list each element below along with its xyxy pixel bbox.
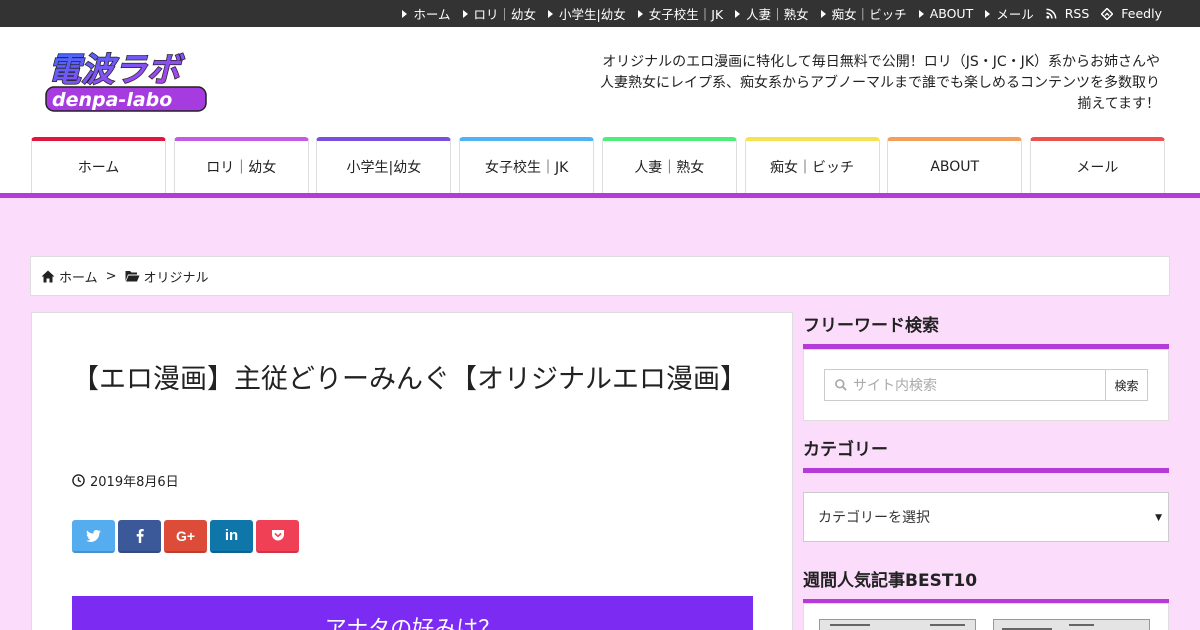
top-menu-item-loli[interactable]: ロリ｜幼女 — [462, 4, 536, 23]
breadcrumb-home[interactable]: ホーム — [59, 267, 98, 286]
top-menu-item-rss[interactable]: RSS — [1046, 6, 1089, 21]
caret-down-icon: ▼ — [1155, 513, 1162, 523]
nav-underline — [0, 193, 1200, 198]
triangle-right-icon — [462, 9, 468, 18]
nav-item-jk[interactable]: 女子校生｜JK — [459, 137, 595, 193]
top-menu-item-jk[interactable]: 女子校生｜JK — [637, 4, 723, 23]
triangle-right-icon — [820, 9, 826, 18]
triangle-right-icon — [735, 9, 741, 18]
popular-widget-title: 週間人気記事BEST10 — [803, 566, 1169, 604]
linkedin-share-button[interactable]: in — [210, 520, 253, 553]
nav-item-about[interactable]: ABOUT — [887, 137, 1023, 193]
triangle-right-icon — [548, 9, 554, 18]
clock-icon — [72, 474, 85, 487]
rss-icon — [1046, 8, 1057, 19]
top-bar: ホーム ロリ｜幼女 小学生|幼女 女子校生｜JK 人妻｜熟女 痴女｜ビッチ AB… — [0, 0, 1200, 27]
top-menu-item-about[interactable]: ABOUT — [918, 6, 973, 21]
nav-item-bitch[interactable]: 痴女｜ビッチ — [744, 137, 880, 193]
nav-item-mail[interactable]: メール — [1029, 137, 1165, 193]
article-card: 【エロ漫画】主従どりーみんぐ【オリジナルエロ漫画】 2019年8月6日 G+ i… — [31, 312, 793, 630]
breadcrumb-category[interactable]: オリジナル — [144, 267, 209, 286]
popular-articles — [803, 603, 1169, 630]
svg-text:電波ラボ: 電波ラボ — [48, 50, 185, 89]
search-widget: サイト内検索 検索 — [803, 349, 1169, 421]
facebook-share-button[interactable] — [118, 520, 161, 553]
site-logo[interactable]: 電波ラボ denpa-labo — [44, 47, 214, 115]
article-date: 2019年8月6日 — [72, 471, 179, 490]
triangle-right-icon — [918, 9, 924, 18]
popular-article-thumbnail[interactable] — [819, 619, 976, 630]
site-tagline: オリジナルのエロ漫画に特化して毎日無料で公開！ロリ（JS・JC・JK）系からお姉… — [600, 54, 1160, 112]
top-menu-item-elementary[interactable]: 小学生|幼女 — [548, 4, 626, 23]
popular-article-thumbnail[interactable] — [993, 619, 1150, 630]
google-plus-share-button[interactable]: G+ — [164, 520, 207, 553]
nav-item-wife[interactable]: 人妻｜熟女 — [601, 137, 737, 193]
preference-banner[interactable]: アナタの好みは？ — [72, 596, 753, 630]
category-widget-title: カテゴリー — [803, 435, 1169, 473]
home-icon — [41, 270, 55, 282]
google-plus-icon: G+ — [175, 527, 196, 544]
pocket-icon — [271, 530, 284, 541]
search-button[interactable]: 検索 — [1105, 369, 1148, 401]
top-menu: ホーム ロリ｜幼女 小学生|幼女 女子校生｜JK 人妻｜熟女 痴女｜ビッチ AB… — [390, 0, 1162, 27]
search-widget-title: フリーワード検索 — [803, 311, 1169, 349]
top-menu-item-mail[interactable]: メール — [985, 4, 1034, 23]
breadcrumb-separator: > — [105, 268, 117, 284]
top-menu-item-home[interactable]: ホーム — [402, 4, 451, 23]
twitter-share-button[interactable] — [72, 520, 115, 553]
twitter-icon — [86, 529, 101, 542]
global-nav: ホーム ロリ｜幼女 小学生|幼女 女子校生｜JK 人妻｜熟女 痴女｜ビッチ AB… — [31, 137, 1165, 193]
pocket-share-button[interactable] — [256, 520, 299, 553]
top-menu-item-wife[interactable]: 人妻｜熟女 — [735, 4, 809, 23]
triangle-right-icon — [985, 9, 991, 18]
triangle-right-icon — [402, 9, 408, 18]
nav-item-loli[interactable]: ロリ｜幼女 — [173, 137, 309, 193]
svg-text:denpa-labo: denpa-labo — [52, 89, 172, 111]
facebook-icon — [136, 528, 144, 543]
share-buttons: G+ in — [72, 520, 302, 553]
top-menu-item-bitch[interactable]: 痴女｜ビッチ — [820, 4, 907, 23]
nav-item-elementary[interactable]: 小学生|幼女 — [316, 137, 452, 193]
search-input[interactable]: サイト内検索 — [824, 369, 1106, 401]
folder-open-icon — [125, 271, 140, 282]
nav-item-home[interactable]: ホーム — [31, 137, 166, 193]
feedly-icon — [1101, 7, 1114, 20]
triangle-right-icon — [637, 9, 643, 18]
search-icon — [835, 379, 847, 391]
site-header: 電波ラボ denpa-labo オリジナルのエロ漫画に特化して毎日無料で公開！ロ… — [0, 27, 1200, 193]
top-menu-item-feedly[interactable]: Feedly — [1101, 6, 1162, 21]
article-title: 【エロ漫画】主従どりーみんぐ【オリジナルエロ漫画】 — [72, 364, 747, 395]
category-select[interactable]: カテゴリーを選択 ▼ — [803, 492, 1169, 542]
linkedin-icon: in — [224, 527, 239, 544]
breadcrumb: ホーム > オリジナル — [30, 256, 1170, 296]
